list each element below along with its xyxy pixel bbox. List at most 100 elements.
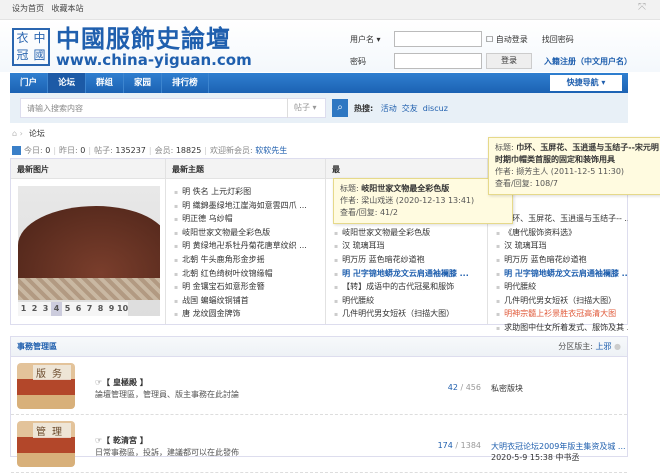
topic-tooltip: 标题: 巾环、玉屏花、玉逍遥与玉结子--宋元明时期巾帽类首服的固定和装饰用具 作… bbox=[488, 137, 660, 195]
page-link[interactable]: 3 bbox=[40, 302, 51, 316]
latest-images: 最新图片 1 2 3 4 5 6 7 8 9 10 bbox=[11, 159, 166, 324]
nav-home[interactable]: 家园 bbox=[124, 73, 163, 93]
hot-link[interactable]: 交友 bbox=[402, 104, 418, 113]
hot-label: 热搜: bbox=[354, 103, 374, 113]
header: 衣中冠國 中國服飾史論壇 www.china-yiguan.com 用户名 ▾ … bbox=[0, 20, 660, 72]
username-input[interactable] bbox=[394, 31, 482, 47]
topic-link[interactable]: 《唐代服饰资料选》 bbox=[496, 226, 628, 240]
forum-name[interactable]: ☞【 皇極殿 】 bbox=[95, 377, 148, 388]
topic-link[interactable]: 明神宗髓上衫景胜衣冠高清大图 bbox=[496, 307, 628, 321]
panel-title: 最新主题 bbox=[166, 159, 325, 179]
topic-link[interactable]: 北朝 牛头鹿角形金步摇 bbox=[174, 253, 325, 267]
main-nav: 门户 论坛 群组 家园 排行榜 快捷导航 ▾ bbox=[10, 73, 628, 93]
page-link[interactable]: 5 bbox=[62, 302, 73, 316]
bookmark-link[interactable]: 收藏本站 bbox=[52, 4, 84, 13]
register-link[interactable]: 入籍注册（中文用户名） bbox=[544, 56, 632, 67]
logo-seal: 衣中冠國 bbox=[12, 28, 50, 66]
page-link[interactable]: 10 bbox=[117, 302, 128, 316]
page-link[interactable]: 4 bbox=[51, 302, 62, 316]
topic-link[interactable]: 求助图中仕女所着发式、服饰及其 ... bbox=[496, 321, 628, 335]
latest-topics: 最新主题 明 佚名 上元灯彩图明 織錦墨绿地江崖海如意雲四爪 ...明正德 乌纱… bbox=[166, 159, 326, 324]
logo-title: 中國服飾史論壇 bbox=[56, 25, 231, 53]
seal-char: 冠 bbox=[16, 48, 29, 62]
topic-link[interactable]: 明 卍字锦地蟒龙文云肩通袖襕膝 ... bbox=[334, 267, 487, 281]
search-type-select[interactable]: 帖子 ▾ bbox=[287, 98, 325, 118]
topic-link[interactable]: 明 金镶宝石如意形金簪 bbox=[174, 280, 325, 294]
forum-stats: 今日: 0 | 昨日: 0 | 帖子: 135237 | 会员: 18825 | 欢迎新会员: … bbox=[12, 145, 287, 156]
forgot-password-link[interactable]: 找回密码 bbox=[542, 34, 574, 45]
panel-title: 最 bbox=[326, 159, 487, 179]
login-button[interactable]: 登录 bbox=[486, 53, 532, 69]
collapse-icon[interactable]: ● bbox=[614, 342, 621, 351]
topic-link[interactable]: 明 黄绿地卍系牡丹菊花唐草纹织 ... bbox=[174, 239, 325, 253]
password-input[interactable] bbox=[394, 53, 482, 69]
topic-link[interactable]: 唐 龙纹圆金牌饰 bbox=[174, 307, 325, 321]
top-bar: 设为首页 收藏本站 bbox=[0, 0, 660, 20]
topic-link[interactable]: 汉 琉璃耳珰 bbox=[334, 239, 487, 253]
topic-link[interactable]: 岐阳世家文物最全彩色版 bbox=[174, 226, 325, 240]
page-link[interactable]: 2 bbox=[29, 302, 40, 316]
forum-name[interactable]: ☞【 乾清宮 】 bbox=[95, 435, 148, 446]
topic-link[interactable]: 明 卍字锦地蟒龙文云肩通袖襕膝 ... bbox=[496, 267, 628, 281]
nav-portal[interactable]: 门户 bbox=[10, 73, 49, 93]
site-logo[interactable]: 衣中冠國 中國服飾史論壇 www.china-yiguan.com bbox=[12, 26, 252, 68]
topic-link[interactable]: 明万历 蓝色暗花纱道袍 bbox=[496, 253, 628, 267]
panel-title: 最新图片 bbox=[11, 159, 165, 179]
seal-char: 中 bbox=[33, 31, 46, 45]
forum-last-post[interactable]: 私密版块 bbox=[491, 383, 523, 394]
hot-link[interactable]: 活动 bbox=[381, 104, 397, 113]
topic-link[interactable]: 巾环、玉屏花、玉逍遥与玉结子-- ... bbox=[496, 212, 628, 226]
username-label[interactable]: 用户名 ▾ bbox=[350, 34, 394, 45]
seal-char: 衣 bbox=[16, 31, 29, 45]
forum-last-post[interactable]: 大明衣冠论坛2009年版主集资及城 ... 2020-5-9 15:38 中书丞 bbox=[491, 441, 626, 463]
search-icon[interactable]: ⌕ bbox=[332, 99, 348, 117]
forum-row: 管理 ☞【 乾清宮 】 日常事務區，投訴，建議都可以在此發佈 174 / 138… bbox=[11, 415, 627, 473]
nav-groups[interactable]: 群组 bbox=[86, 73, 125, 93]
auto-login-checkbox[interactable]: ☐ 自动登录 bbox=[486, 34, 528, 45]
hot-link[interactable]: discuz bbox=[423, 104, 448, 113]
nav-forum[interactable]: 论坛 bbox=[48, 73, 87, 93]
topic-link[interactable]: 战国 蝙蝠纹铜铺首 bbox=[174, 294, 325, 308]
expand-icon[interactable]: ⤧ bbox=[638, 2, 646, 13]
topic-link[interactable]: 明万历 蓝色暗花纱道袍 bbox=[334, 253, 487, 267]
topic-link[interactable]: 明代腰絞 bbox=[334, 294, 487, 308]
home-icon[interactable]: ⌂ › bbox=[12, 129, 23, 138]
page-link[interactable]: 8 bbox=[95, 302, 106, 316]
forum-counts: 174 / 1384 bbox=[437, 441, 481, 450]
topic-link[interactable]: 明代腰絞 bbox=[496, 280, 628, 294]
forum-icon[interactable]: 版务 bbox=[17, 363, 75, 409]
set-home-link[interactable]: 设为首页 bbox=[12, 4, 44, 13]
login-form: 用户名 ▾ ☐ 自动登录 找回密码 密码 登录 入籍注册（中文用户名） bbox=[350, 30, 632, 74]
featured-image[interactable]: 1 2 3 4 5 6 7 8 9 10 bbox=[18, 186, 160, 316]
topic-link[interactable]: 【转】成语中的古代冠冕和服饰 bbox=[334, 280, 487, 294]
topic-link[interactable]: 北朝 红色绮树叶纹锦缘帽 bbox=[174, 267, 325, 281]
page-link[interactable]: 7 bbox=[84, 302, 95, 316]
topic-link[interactable]: 明正德 乌纱帽 bbox=[174, 212, 325, 226]
topic-link[interactable]: 汉 琉璃耳珰 bbox=[496, 239, 628, 253]
forum-description: 日常事務區，投訴，建議都可以在此發佈 bbox=[95, 448, 239, 457]
section-title[interactable]: 事務管理區 bbox=[17, 341, 57, 352]
page-link[interactable]: 9 bbox=[106, 302, 117, 316]
moderator-link[interactable]: 上邪 bbox=[595, 342, 611, 351]
topic-link[interactable]: 明 織錦墨绿地江崖海如意雲四爪 ... bbox=[174, 199, 325, 213]
breadcrumb-forum[interactable]: 论坛 bbox=[29, 129, 45, 138]
forum-icon[interactable]: 管理 bbox=[17, 421, 75, 467]
topic-link[interactable]: 岐阳世家文物最全彩色版 bbox=[334, 226, 487, 240]
breadcrumb: ⌂ › 论坛 bbox=[12, 128, 45, 139]
nav-ranking[interactable]: 排行榜 bbox=[162, 73, 209, 93]
forum-counts: 42 / 456 bbox=[447, 383, 481, 392]
page-link[interactable]: 6 bbox=[73, 302, 84, 316]
forum-description: 論壇管理區，管理員、版主事務在此討論 bbox=[95, 390, 239, 399]
topic-tooltip: 标题: 岐阳世家文物最全彩色版 作者: 梁山戏迷 (2020-12-13 13:… bbox=[333, 178, 513, 224]
search-input[interactable]: 请输入搜索内容 bbox=[27, 103, 83, 114]
section-moderator: 分区版主: 上邪 ● bbox=[558, 342, 621, 351]
topic-link[interactable]: 明 佚名 上元灯彩图 bbox=[174, 185, 325, 199]
page-link[interactable]: 1 bbox=[18, 302, 29, 316]
forum-row: 版务 ☞【 皇極殿 】 論壇管理區，管理員、版主事務在此討論 42 / 456 … bbox=[11, 357, 627, 415]
topic-link[interactable]: 几件明代男女短袄（扫描大图） bbox=[496, 294, 628, 308]
new-member-link[interactable]: 软软先生 bbox=[255, 146, 287, 155]
quick-nav-button[interactable]: 快捷导航 ▾ bbox=[550, 75, 622, 91]
topic-link[interactable]: 几件明代男女短袄（扫描大图） bbox=[334, 307, 487, 321]
forum-section: 事務管理區 分区版主: 上邪 ● 版务 ☞【 皇極殿 】 論壇管理區，管理員、版… bbox=[10, 336, 628, 473]
seal-char: 國 bbox=[33, 48, 46, 62]
